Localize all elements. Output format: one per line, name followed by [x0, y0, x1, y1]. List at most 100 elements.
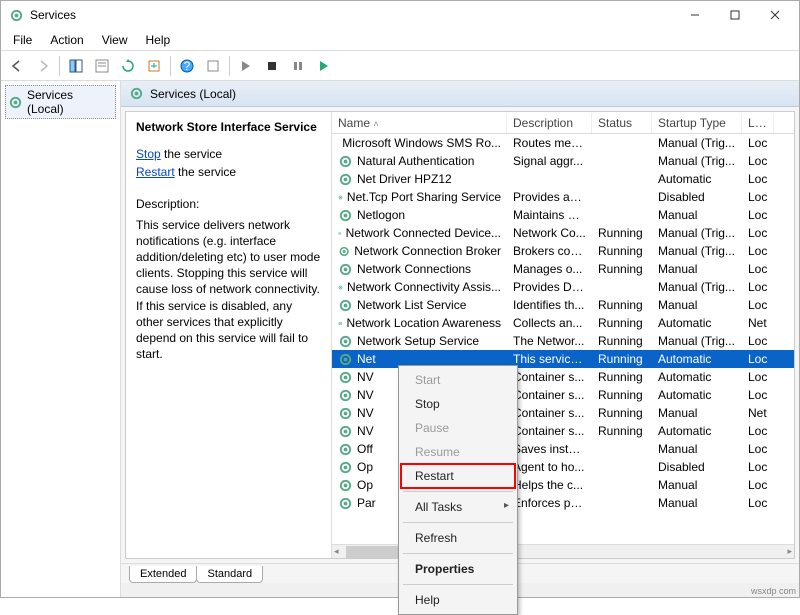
service-status: Running	[592, 243, 652, 259]
service-name: Net.Tcp Port Sharing Service	[347, 190, 501, 204]
service-name: Netlogon	[357, 208, 405, 222]
stop-link[interactable]: Stop	[136, 147, 161, 161]
service-status	[592, 286, 652, 288]
service-desc: Signal aggr...	[507, 153, 592, 169]
gear-icon	[338, 280, 343, 295]
minimize-button[interactable]	[675, 1, 715, 29]
table-row[interactable]: Natural AuthenticationSignal aggr...Manu…	[332, 152, 794, 170]
service-startup: Automatic	[652, 369, 742, 385]
service-desc: Provides Dir...	[507, 279, 592, 295]
ctx-refresh[interactable]: Refresh	[401, 526, 515, 550]
menu-help[interactable]: Help	[138, 31, 179, 49]
service-logon: Loc	[742, 279, 774, 295]
forward-button[interactable]	[31, 54, 55, 78]
service-logon: Loc	[742, 423, 774, 439]
table-row[interactable]: NetlogonMaintains a ...ManualLoc	[332, 206, 794, 224]
gear-icon	[129, 86, 144, 101]
restart-service-button[interactable]	[312, 54, 336, 78]
ctx-restart[interactable]: Restart	[401, 464, 515, 488]
gear-icon	[338, 334, 353, 349]
menu-view[interactable]: View	[94, 31, 136, 49]
service-logon: Net	[742, 315, 774, 331]
table-row[interactable]: Network Connectivity Assis...Provides Di…	[332, 278, 794, 296]
gear-icon	[338, 226, 342, 241]
menu-file[interactable]: File	[5, 31, 40, 49]
service-name: Network Connections	[357, 262, 471, 276]
service-status	[592, 502, 652, 504]
col-status[interactable]: Status	[592, 113, 652, 133]
service-status: Running	[592, 297, 652, 313]
properties-button[interactable]	[90, 54, 114, 78]
service-status: Running	[592, 405, 652, 421]
gear-icon	[338, 298, 353, 313]
tree-root-label: Services (Local)	[27, 88, 113, 116]
help-button[interactable]: ?	[175, 54, 199, 78]
ctx-start[interactable]: Start	[401, 368, 515, 392]
table-row[interactable]: Microsoft Windows SMS Ro...Routes mes...…	[332, 134, 794, 152]
refresh-button[interactable]	[116, 54, 140, 78]
ctx-all-tasks[interactable]: All Tasks	[401, 495, 515, 519]
menu-bar: File Action View Help	[1, 29, 799, 51]
maximize-button[interactable]	[715, 1, 755, 29]
service-logon: Loc	[742, 207, 774, 223]
back-button[interactable]	[5, 54, 29, 78]
tab-extended[interactable]: Extended	[129, 566, 197, 583]
restart-link[interactable]: Restart	[136, 165, 175, 179]
service-startup: Disabled	[652, 189, 742, 205]
service-desc: Container s...	[507, 387, 592, 403]
table-row[interactable]: Network Location AwarenessCollects an...…	[332, 314, 794, 332]
table-row[interactable]: Network Setup ServiceThe Networ...Runnin…	[332, 332, 794, 350]
right-header-title: Services (Local)	[150, 87, 236, 101]
pause-service-button[interactable]	[286, 54, 310, 78]
service-logon: Loc	[742, 495, 774, 511]
col-name[interactable]: Name ˄	[332, 113, 507, 133]
service-status: Running	[592, 423, 652, 439]
gear-icon	[338, 496, 353, 511]
service-name: NV	[357, 406, 374, 420]
table-row[interactable]: Net Driver HPZ12AutomaticLoc	[332, 170, 794, 188]
service-startup: Manual (Trig...	[652, 279, 742, 295]
table-row[interactable]: Network ConnectionsManages o...RunningMa…	[332, 260, 794, 278]
start-service-button[interactable]	[234, 54, 258, 78]
tab-standard[interactable]: Standard	[196, 566, 263, 583]
table-row[interactable]: Network List ServiceIdentifies th...Runn…	[332, 296, 794, 314]
service-logon: Loc	[742, 351, 774, 367]
ctx-properties[interactable]: Properties	[401, 557, 515, 581]
service-name: Microsoft Windows SMS Ro...	[342, 136, 501, 150]
service-status	[592, 214, 652, 216]
col-startup[interactable]: Startup Type	[652, 113, 742, 133]
service-name: Network List Service	[357, 298, 466, 312]
ctx-help[interactable]: Help	[401, 588, 515, 612]
service-startup: Automatic	[652, 171, 742, 187]
service-status: Running	[592, 351, 652, 367]
service-name: NV	[357, 424, 374, 438]
col-description[interactable]: Description	[507, 113, 592, 133]
stop-service-button[interactable]	[260, 54, 284, 78]
service-name: Off	[357, 442, 373, 456]
ctx-pause[interactable]: Pause	[401, 416, 515, 440]
ctx-resume[interactable]: Resume	[401, 440, 515, 464]
export-button[interactable]	[142, 54, 166, 78]
table-row[interactable]: Network Connected Device...Network Co...…	[332, 224, 794, 242]
service-name: Par	[357, 496, 376, 510]
tree-root-services-local[interactable]: Services (Local)	[5, 85, 116, 119]
service-startup: Manual (Trig...	[652, 153, 742, 169]
service-status	[592, 196, 652, 198]
table-row[interactable]: Network Connection BrokerBrokers con...R…	[332, 242, 794, 260]
service-name: Network Location Awareness	[346, 316, 501, 330]
service-startup: Automatic	[652, 315, 742, 331]
service-logon: Loc	[742, 477, 774, 493]
service-status	[592, 466, 652, 468]
close-button[interactable]	[755, 1, 795, 29]
service-startup: Manual (Trig...	[652, 333, 742, 349]
menu-action[interactable]: Action	[42, 31, 91, 49]
table-row[interactable]: Net.Tcp Port Sharing ServiceProvides abi…	[332, 188, 794, 206]
gear-icon	[338, 244, 350, 259]
col-logon[interactable]: Log	[742, 113, 774, 133]
filter-button[interactable]	[201, 54, 225, 78]
ctx-stop[interactable]: Stop	[401, 392, 515, 416]
service-status: Running	[592, 387, 652, 403]
show-hide-tree-button[interactable]	[64, 54, 88, 78]
svg-text:?: ?	[184, 59, 191, 73]
right-header: Services (Local)	[121, 81, 799, 107]
